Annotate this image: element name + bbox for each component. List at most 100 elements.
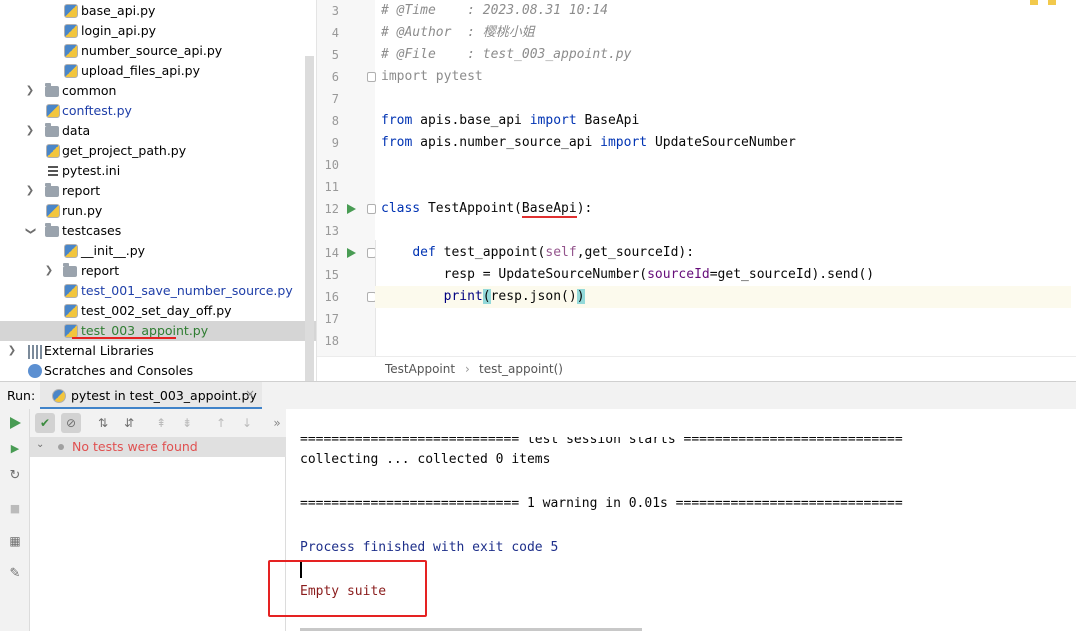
chevron-right-icon[interactable]: ❯	[43, 263, 55, 279]
code-text: apis.number_source_api	[412, 135, 601, 150]
tree-item-label: common	[62, 83, 117, 98]
test-toolbar: ✔ ⊘ ⇅ ⇵ ⇞ ⇟ ↑ ↓ »	[30, 409, 286, 437]
tree-item-label: Scratches and Consoles	[44, 363, 194, 378]
prev-failed-icon[interactable]: ↑	[211, 413, 231, 433]
console-line: Process finished with exit code 5	[300, 540, 559, 555]
warning-marker-icon[interactable]	[1030, 0, 1038, 5]
tree-item-common[interactable]: ❯ common	[0, 81, 316, 101]
python-file-icon	[46, 144, 60, 158]
tree-item-external-libraries[interactable]: ❯ External Libraries	[0, 341, 316, 361]
line-number: 11	[324, 180, 339, 194]
tree-item-pytest-ini[interactable]: pytest.ini	[0, 161, 316, 181]
tree-item-number-source-api[interactable]: number_source_api.py	[0, 41, 316, 61]
sort-duration-icon[interactable]: ⇵	[119, 413, 139, 433]
code-line-12: class TestAppoint(BaseApi):	[381, 198, 592, 220]
tree-item-run[interactable]: run.py	[0, 201, 316, 221]
builtin-print: print	[443, 289, 483, 304]
warning-marker-icon[interactable]	[1048, 0, 1056, 5]
breadcrumb-method[interactable]: test_appoint()	[479, 362, 563, 376]
chevron-down-icon[interactable]: ❯	[22, 225, 38, 237]
tree-item-label: External Libraries	[44, 343, 154, 358]
python-file-icon	[64, 24, 78, 38]
tree-item-data[interactable]: ❯ data	[0, 121, 316, 141]
tree-item-label: __init__.py	[81, 243, 146, 258]
tree-item-label: conftest.py	[62, 103, 132, 118]
test-root-label: No tests were found	[72, 439, 198, 454]
package-folder-icon	[45, 83, 59, 97]
tree-item-label: testcases	[62, 223, 122, 238]
pytest-icon	[52, 389, 66, 403]
breadcrumb-class[interactable]: TestAppoint	[385, 362, 455, 376]
chevron-right-icon[interactable]: ❯	[24, 183, 36, 199]
line-number: 5	[331, 48, 339, 62]
tree-item-test-001[interactable]: test_001_save_number_source.py	[0, 281, 316, 301]
close-icon[interactable]: ×	[245, 387, 255, 401]
line-number: 9	[331, 136, 339, 150]
expand-all-icon[interactable]: ⇞	[151, 413, 171, 433]
line-number: 7	[331, 92, 339, 106]
more-icon[interactable]: »	[267, 413, 287, 433]
tree-item-test-002[interactable]: test_002_set_day_off.py	[0, 301, 316, 321]
kw-from: from	[381, 135, 413, 150]
tree-item-test-003[interactable]: test_003_appoint.py	[0, 321, 316, 341]
rerun-icon[interactable]	[10, 417, 21, 429]
code-line-3: # @Time : 2023.08.31 10:14	[381, 3, 608, 18]
test-root-node[interactable]: ⌄ No tests were found	[30, 437, 286, 457]
tree-item-label: run.py	[62, 203, 103, 218]
run-test-icon[interactable]	[347, 248, 356, 258]
folder-icon	[45, 183, 59, 197]
breadcrumb-separator: ›	[465, 362, 470, 376]
fold-marker-icon[interactable]	[367, 72, 376, 82]
run-tab[interactable]: pytest in test_003_appoint.py ×	[40, 382, 262, 410]
kw-def: def	[412, 245, 436, 260]
show-passed-icon[interactable]: ✔	[35, 413, 55, 433]
rerun-failed-icon[interactable]: ▶	[7, 441, 23, 457]
tree-item-login-api[interactable]: login_api.py	[0, 21, 316, 41]
stop-icon[interactable]: ■	[7, 501, 23, 517]
tree-item-get-project-path[interactable]: get_project_path.py	[0, 141, 316, 161]
tree-item-upload-files-api[interactable]: upload_files_api.py	[0, 61, 316, 81]
chevron-down-icon[interactable]: ⌄	[36, 439, 44, 450]
chevron-right-icon[interactable]: ❯	[6, 343, 18, 359]
inspection-markers[interactable]	[1030, 0, 1070, 6]
code-line-15: resp = UpdateSourceNumber(sourceId=get_s…	[381, 264, 875, 286]
tree-item-label: report	[81, 263, 120, 278]
kw-import: import	[600, 135, 648, 150]
pin-icon[interactable]: ✎	[7, 566, 23, 582]
line-number: 17	[324, 312, 339, 326]
chevron-right-icon[interactable]: ❯	[24, 83, 36, 99]
tree-item-report[interactable]: ❯ report	[0, 181, 316, 201]
code-editor[interactable]: 3 4 5 6 7 8 9 10 11 12 13 14 15 16 17 18…	[316, 0, 1076, 381]
code-line-8: from apis.base_api import BaseApi	[381, 110, 639, 132]
chevron-right-icon[interactable]: ❯	[24, 123, 36, 139]
line-number: 10	[324, 158, 339, 172]
code-line-16: print(resp.json())	[375, 286, 1071, 308]
run-class-icon[interactable]	[347, 204, 356, 214]
fold-marker-icon[interactable]	[367, 204, 376, 214]
tree-item-base-api[interactable]: base_api.py	[0, 1, 316, 21]
tree-item-scratches[interactable]: Scratches and Consoles	[0, 361, 316, 381]
show-ignored-icon[interactable]: ⊘	[61, 413, 81, 433]
run-left-toolbar: ▶ ↻ ■ ▦ ✎	[0, 409, 30, 631]
next-failed-icon[interactable]: ↓	[237, 413, 257, 433]
tree-item-testcases[interactable]: ❯ testcases	[0, 221, 316, 241]
collapse-all-icon[interactable]: ⇟	[177, 413, 197, 433]
toggle-auto-test-icon[interactable]: ↻	[7, 468, 23, 484]
tree-item-init[interactable]: __init__.py	[0, 241, 316, 261]
ide-window: base_api.py login_api.py number_source_a…	[0, 0, 1076, 631]
code-text: ):	[576, 201, 593, 216]
layout-icon[interactable]: ▦	[7, 533, 23, 549]
folder-icon	[45, 123, 59, 137]
tree-item-label: upload_files_api.py	[81, 63, 200, 78]
tree-scrollbar[interactable]	[305, 56, 314, 381]
code-area[interactable]: # @Time : 2023.08.31 10:14 # @Author : 樱…	[375, 0, 1076, 356]
sort-alpha-icon[interactable]: ⇅	[93, 413, 113, 433]
tree-item-testcases-report[interactable]: ❯ report	[0, 261, 316, 281]
python-file-icon	[64, 4, 78, 18]
tree-item-conftest[interactable]: conftest.py	[0, 101, 316, 121]
param-name: sourceId	[647, 267, 710, 282]
code-text: test_appoint(	[435, 245, 546, 260]
code-line-5: # @File : test_003_appoint.py	[381, 47, 632, 62]
line-number: 18	[324, 334, 339, 348]
